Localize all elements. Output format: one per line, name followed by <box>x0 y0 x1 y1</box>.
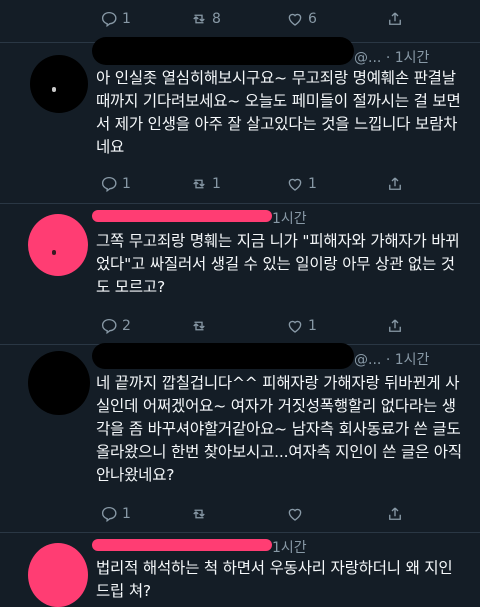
retweet-count: 8 <box>212 11 221 27</box>
heart-icon <box>288 13 302 26</box>
reply-action[interactable]: 1 <box>100 505 131 523</box>
reply-icon <box>101 318 117 335</box>
avatar[interactable] <box>30 55 88 113</box>
like-count: 6 <box>308 11 317 27</box>
retweet-action[interactable]: 1 <box>190 175 221 193</box>
tweet-text: 네 끝까지 깝칠겁니다^^ 피해자랑 가해자랑 뒤바뀐게 사실인데 어쩌겠어요~… <box>96 374 462 484</box>
share-icon <box>389 319 401 332</box>
reply-count: 1 <box>122 506 131 522</box>
share-action[interactable] <box>386 175 404 193</box>
avatar[interactable] <box>28 214 88 276</box>
like-count: 1 <box>308 318 317 334</box>
like-action[interactable]: 6 <box>286 10 317 28</box>
tweet-actions: 2 1 <box>96 317 436 339</box>
retweet-count: 1 <box>212 176 221 192</box>
tweet-2[interactable]: 1시간 그쪽 무고죄랑 명훼는 지금 니가 "피해자와 가해자가 바뀌었다"고 … <box>0 204 480 344</box>
reply-action[interactable]: 1 <box>100 10 131 28</box>
like-action[interactable]: 1 <box>286 175 317 193</box>
retweet-action[interactable] <box>190 317 212 335</box>
share-icon <box>389 507 401 520</box>
tweet-text: 아 인실좃 열심히해보시구요~ 무고죄랑 명예훼손 판결날때까지 기다려보세요~… <box>96 69 461 156</box>
tweet-meta: @... · 1시간 <box>354 47 429 67</box>
reply-count: 1 <box>122 11 131 27</box>
tweet-text: 그쪽 무고죄랑 명훼는 지금 니가 "피해자와 가해자가 바뀌었다"고 싸질러서… <box>96 232 460 296</box>
redacted-username <box>92 539 272 551</box>
like-action[interactable]: 1 <box>286 317 317 335</box>
timestamp[interactable]: 1시간 <box>272 211 307 227</box>
like-count: 1 <box>308 176 317 192</box>
share-icon <box>389 12 401 25</box>
username-handle[interactable]: @... <box>354 352 381 368</box>
share-action[interactable] <box>386 505 404 523</box>
share-icon <box>389 177 401 190</box>
reply-icon <box>101 506 117 523</box>
share-action[interactable] <box>386 10 404 28</box>
reply-icon <box>101 11 117 28</box>
heart-icon <box>288 508 302 521</box>
retweet-icon <box>193 179 205 189</box>
reply-count: 2 <box>122 318 131 334</box>
reply-count: 1 <box>122 176 131 192</box>
tweet-4[interactable]: 1시간 법리적 해석하는 척 하면서 우동사리 자랑하더니 왜 지인 드립 쳐? <box>0 533 480 607</box>
redacted-username <box>92 210 272 222</box>
timestamp[interactable]: 1시간 <box>272 540 307 556</box>
avatar[interactable] <box>28 543 88 607</box>
top-tweet-actions: 1 8 6 <box>96 10 436 32</box>
heart-icon <box>288 320 302 333</box>
tweet-actions: 1 1 1 <box>96 175 436 197</box>
retweet-icon <box>193 509 205 519</box>
timestamp[interactable]: · 1시간 <box>386 50 430 66</box>
tweet-3[interactable]: @... · 1시간 네 끝까지 깝칠겁니다^^ 피해자랑 가해자랑 뒤바뀐게 … <box>0 343 480 532</box>
tweet-actions: 1 <box>96 505 436 527</box>
reply-action[interactable]: 1 <box>100 175 131 193</box>
retweet-icon <box>193 14 205 24</box>
retweet-action[interactable] <box>190 505 212 523</box>
avatar[interactable] <box>28 351 90 415</box>
heart-icon <box>288 178 302 191</box>
timestamp[interactable]: · 1시간 <box>386 352 430 368</box>
like-action[interactable] <box>286 505 308 523</box>
reply-icon <box>101 176 117 193</box>
share-action[interactable] <box>386 317 404 335</box>
retweet-icon <box>193 321 205 331</box>
username-handle[interactable]: @... <box>354 50 381 66</box>
tweet-text: 법리적 해석하는 척 하면서 우동사리 자랑하더니 왜 지인 드립 쳐? <box>96 559 453 600</box>
retweet-action[interactable]: 8 <box>190 10 221 28</box>
redacted-username <box>92 343 354 369</box>
reply-action[interactable]: 2 <box>100 317 131 335</box>
tweet-meta: 1시간 <box>272 208 307 228</box>
tweet-meta: @... · 1시간 <box>354 349 429 369</box>
tweet-meta: 1시간 <box>272 537 307 557</box>
tweet-1[interactable]: @... · 1시간 아 인실좃 열심히해보시구요~ 무고죄랑 명예훼손 판결날… <box>0 37 480 203</box>
redacted-username <box>92 37 354 65</box>
